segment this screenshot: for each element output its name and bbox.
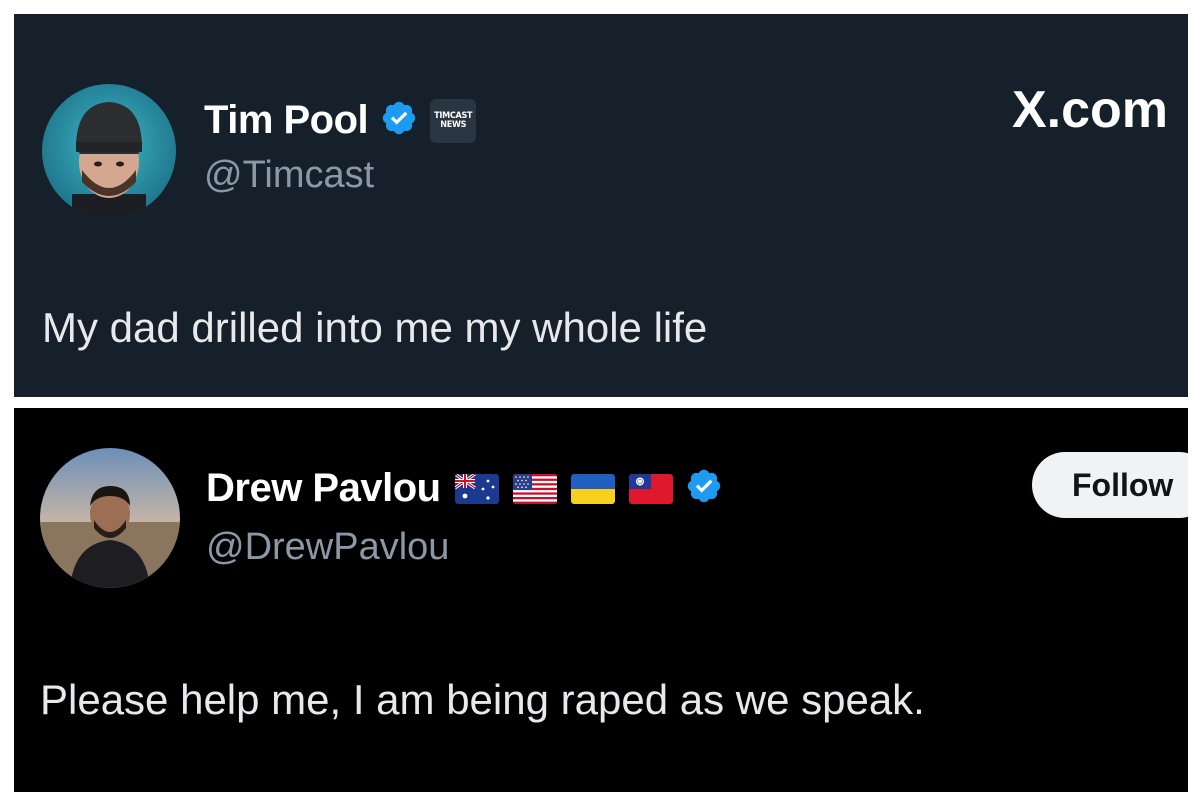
display-name[interactable]: Tim Pool xyxy=(204,98,369,143)
verified-badge-icon xyxy=(685,467,723,510)
affiliate-badge-line2: NEWS xyxy=(440,119,467,130)
author-name-row: Tim Pool TIMCAST NEWS xyxy=(204,98,477,143)
author-name-row: Drew Pavlou xyxy=(206,466,723,511)
verified-badge-icon xyxy=(380,99,418,142)
affiliate-badge-timcast-news[interactable]: TIMCAST NEWS xyxy=(430,98,477,143)
ukraine-flag-icon xyxy=(570,473,615,504)
follow-button-label: Follow xyxy=(1072,466,1174,503)
xcom-label: X.com xyxy=(1011,81,1168,139)
taiwan-flag-icon xyxy=(628,473,673,504)
follow-button[interactable]: Follow xyxy=(1032,452,1200,518)
handle[interactable]: @Timcast xyxy=(204,154,374,197)
xcom-watermark: X.com xyxy=(1012,80,1168,140)
right-border xyxy=(1188,408,1200,792)
usa-flag-icon xyxy=(512,473,557,504)
handle[interactable]: @DrewPavlou xyxy=(206,526,449,569)
avatar-drewpavlou[interactable] xyxy=(40,448,180,588)
avatar-timpool[interactable] xyxy=(42,84,176,218)
tweet-text: Please help me, I am being raped as we s… xyxy=(40,676,925,723)
display-name[interactable]: Drew Pavlou xyxy=(206,466,441,511)
tweet-text: My dad drilled into me my whole life xyxy=(42,304,708,351)
collage: Tim Pool TIMCAST NEWS @Timcast X.com My … xyxy=(0,0,1200,801)
australia-flag-icon xyxy=(454,473,499,504)
